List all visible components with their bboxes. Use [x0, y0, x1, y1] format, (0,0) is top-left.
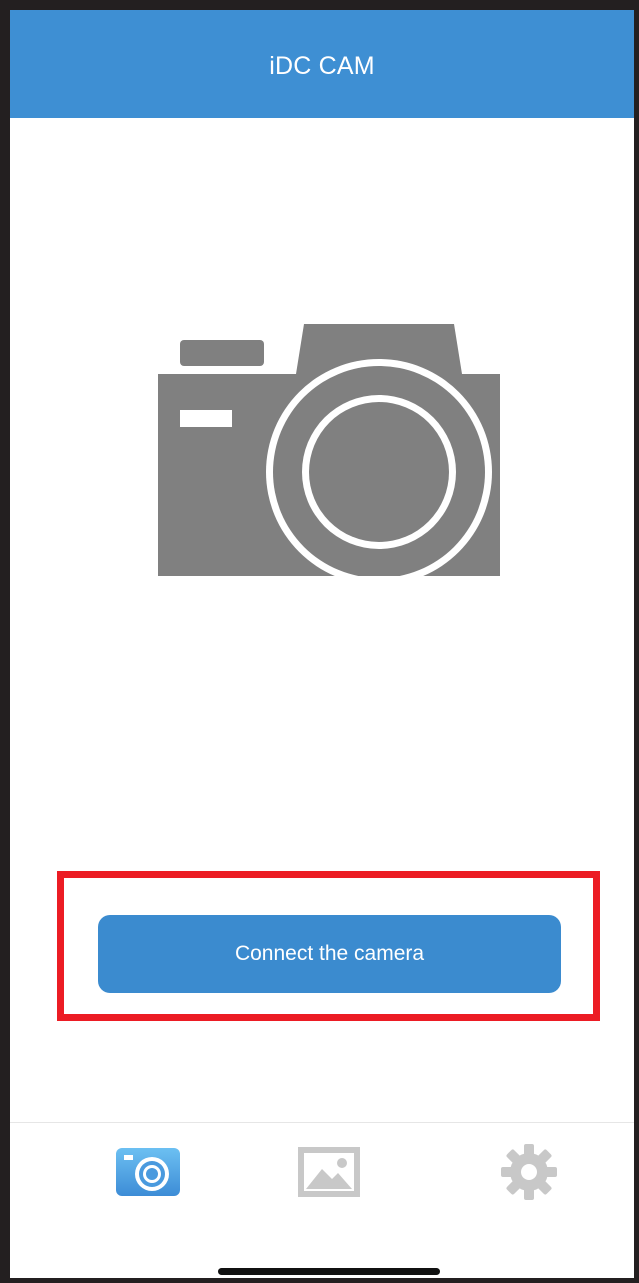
camera-icon	[158, 324, 500, 585]
home-indicator	[218, 1268, 440, 1275]
gallery-icon	[298, 1147, 360, 1197]
tab-bar	[10, 1123, 634, 1243]
tab-camera[interactable]	[108, 1137, 188, 1207]
gear-icon	[501, 1144, 557, 1200]
tab-settings[interactable]	[489, 1137, 569, 1207]
navigation-bar: iDC CAM	[10, 10, 634, 118]
app-title: iDC CAM	[269, 51, 375, 80]
camera-tab-icon	[116, 1148, 180, 1196]
phone-frame: iDC CAM Connect the camera	[0, 0, 639, 1283]
tab-gallery[interactable]	[289, 1137, 369, 1207]
connect-camera-button[interactable]: Connect the camera	[98, 915, 561, 993]
